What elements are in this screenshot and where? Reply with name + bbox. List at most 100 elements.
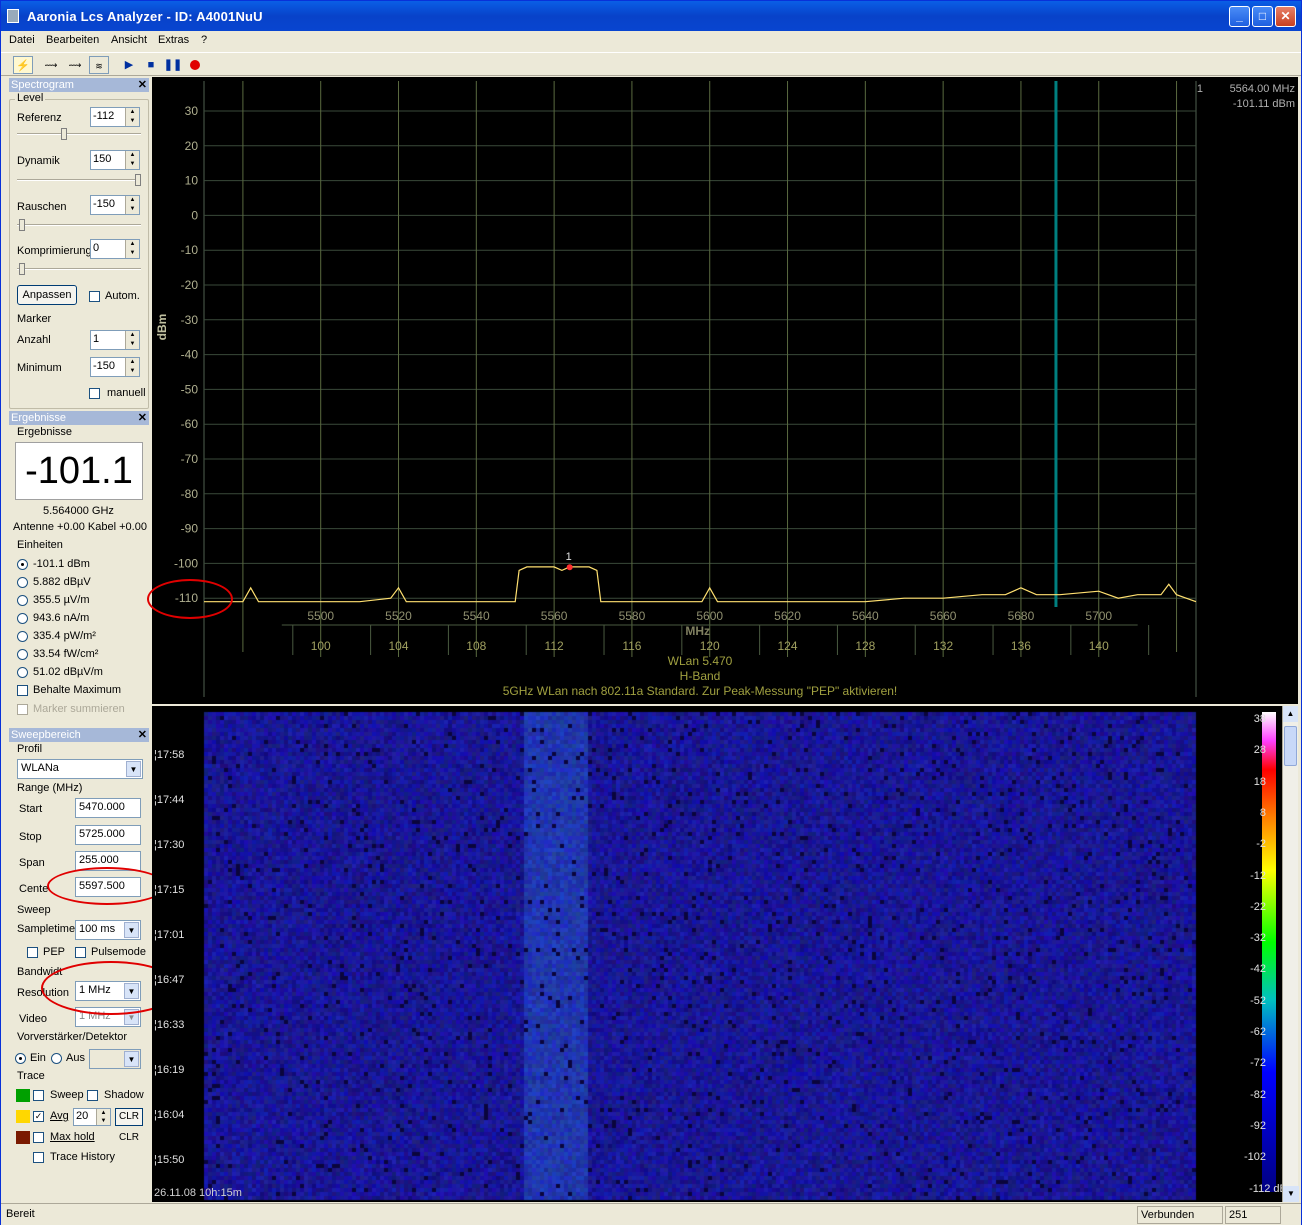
menu-ansicht[interactable]: Ansicht — [111, 34, 147, 46]
unit-radio-dbuvm[interactable] — [17, 667, 28, 678]
window-title: Aaronia Lcs Analyzer - ID: A4001NuU — [27, 9, 263, 24]
slider-thumb[interactable] — [135, 174, 141, 186]
spectrum-icon[interactable]: ≋ — [89, 56, 109, 74]
unit-radio-nam[interactable] — [17, 613, 28, 624]
close-icon[interactable]: ✕ — [138, 78, 147, 92]
record-icon[interactable] — [185, 56, 205, 74]
avg-color-swatch[interactable] — [16, 1110, 30, 1123]
referenz-spinner[interactable]: -112 ▲ ▼ — [90, 107, 140, 127]
chevron-down-icon[interactable]: ▼ — [124, 922, 139, 938]
y-tick-label: -90 — [181, 522, 199, 536]
unit-radio-dbm[interactable] — [17, 559, 28, 570]
ein-radio[interactable] — [15, 1053, 26, 1064]
avg-spinner[interactable]: 20 ▲ ▼ — [73, 1108, 111, 1126]
menu-bearbeiten[interactable]: Bearbeiten — [46, 34, 99, 46]
profil-group-title: Profil — [15, 743, 45, 755]
start-input[interactable]: 5470.000 — [75, 798, 141, 818]
behalte-maximum-checkbox[interactable] — [17, 685, 28, 696]
manuell-checkbox[interactable] — [89, 388, 100, 399]
sweep-color-swatch[interactable] — [16, 1089, 30, 1102]
lightning-icon[interactable]: ⚡ — [13, 56, 33, 74]
chevron-down-icon[interactable]: ▼ — [124, 1051, 139, 1067]
menu-help[interactable]: ? — [201, 34, 207, 46]
shadow-label: Shadow — [104, 1089, 144, 1101]
stop-icon[interactable]: ■ — [141, 56, 161, 74]
spin-arrows-icon[interactable]: ▲ ▼ — [125, 331, 139, 349]
slider-thumb[interactable] — [19, 263, 25, 275]
spectrum-chart[interactable]: 30 20 10 0 -10 -20 -30 -40 -50 -60 -70 -80 -90 -100 -1… — [152, 77, 1298, 704]
minimize-button[interactable]: _ — [1229, 6, 1250, 27]
pause-icon[interactable]: ❚❚ — [163, 56, 183, 74]
menu-extras[interactable]: Extras — [158, 34, 189, 46]
anpassen-button[interactable]: Anpassen — [17, 285, 77, 305]
scroll-down-icon[interactable]: ▼ — [1283, 1186, 1299, 1202]
referenz-slider[interactable] — [17, 128, 141, 140]
anzahl-spinner[interactable]: 1 ▲ ▼ — [90, 330, 140, 350]
detector-select[interactable]: ▼ — [89, 1049, 141, 1069]
waterfall-spectrogram[interactable]: ¦17:58 ¦17:44 ¦17:30 ¦17:15 ¦17:01 ¦16:47 ¦16:… — [152, 706, 1299, 1202]
unit-radio-pwm2[interactable] — [17, 631, 28, 642]
spin-arrows-icon[interactable]: ▲ ▼ — [125, 196, 139, 214]
stop-input[interactable]: 5725.000 — [75, 825, 141, 845]
menu-datei[interactable]: Datei — [9, 34, 35, 46]
unit-radio-fwcm2[interactable] — [17, 649, 28, 660]
pep-checkbox[interactable] — [27, 947, 38, 958]
scroll-up-icon[interactable]: ▲ — [1283, 706, 1298, 722]
slider-thumb[interactable] — [19, 219, 25, 231]
app-icon — [7, 9, 19, 23]
avg-checkbox[interactable]: ✓ — [33, 1111, 44, 1122]
sweep-icon[interactable]: ⟿ — [41, 56, 61, 74]
trace-history-checkbox[interactable] — [33, 1152, 44, 1163]
y-tick-label: -100 — [174, 556, 198, 570]
dynamik-spinner[interactable]: 150 ▲ ▼ — [90, 150, 140, 170]
aus-radio[interactable] — [51, 1053, 62, 1064]
marker-freq: 5564.00 MHz — [1229, 83, 1295, 95]
close-icon[interactable]: ✕ — [138, 728, 147, 742]
komprimierung-spinner[interactable]: 0 ▲ ▼ — [90, 239, 140, 259]
close-icon[interactable]: ✕ — [138, 411, 147, 425]
play-icon[interactable]: ▶ — [119, 56, 139, 74]
colorbar-label: 18 — [1253, 775, 1266, 788]
title-bar[interactable]: Aaronia Lcs Analyzer - ID: A4001NuU _ □ … — [1, 1, 1301, 31]
close-button[interactable]: ✕ — [1275, 6, 1296, 27]
sweep-icon-2[interactable]: ⟿ — [65, 56, 85, 74]
unit-radio-uvm[interactable] — [17, 595, 28, 606]
spin-arrows-icon[interactable]: ▲ ▼ — [125, 108, 139, 126]
sweep-checkbox[interactable] — [33, 1090, 44, 1101]
shadow-checkbox[interactable] — [87, 1090, 98, 1101]
unit-radio-dbuv[interactable] — [17, 577, 28, 588]
profil-select[interactable]: WLANa ▼ — [17, 759, 143, 779]
waterfall-canvas[interactable] — [152, 706, 1298, 1202]
spectrum-svg[interactable]: 3020100-10-20-30-40-50-60-70-80-90-100-1… — [152, 77, 1298, 704]
maximize-button[interactable]: □ — [1252, 6, 1273, 27]
dynamik-slider[interactable] — [17, 174, 141, 186]
komprimierung-slider[interactable] — [17, 263, 141, 275]
minimum-spinner[interactable]: -150 ▲ ▼ — [90, 357, 140, 377]
spin-arrows-icon[interactable]: ▲ ▼ — [125, 151, 139, 169]
panel-title: Spectrogram — [11, 79, 74, 91]
x-tick-label: 5620 — [774, 609, 801, 623]
rauschen-spinner[interactable]: -150 ▲ ▼ — [90, 195, 140, 215]
rauschen-slider[interactable] — [17, 219, 141, 231]
panel-title: Ergebnisse — [11, 412, 67, 424]
maxhold-checkbox[interactable] — [33, 1132, 44, 1143]
maxhold-clr-button[interactable]: CLR — [115, 1130, 143, 1148]
stop-label: Stop — [19, 831, 42, 843]
spin-arrows-icon[interactable]: ▲ ▼ — [125, 358, 139, 376]
scrollbar-thumb[interactable] — [1284, 726, 1297, 766]
avg-label: Avg — [50, 1110, 69, 1122]
slider-thumb[interactable] — [61, 128, 67, 140]
pulsemode-checkbox[interactable] — [75, 947, 86, 958]
sampletime-select[interactable]: 100 ms ▼ — [75, 920, 141, 940]
waterfall-scrollbar[interactable]: ▲ ▼ — [1282, 706, 1299, 1202]
autom-checkbox[interactable] — [89, 291, 100, 302]
avg-clr-button[interactable]: CLR — [115, 1108, 143, 1126]
spin-arrows-icon[interactable]: ▲ ▼ — [96, 1109, 110, 1125]
spin-arrows-icon[interactable]: ▲ ▼ — [125, 240, 139, 258]
maxhold-color-swatch[interactable] — [16, 1131, 30, 1144]
marker-summieren-checkbox[interactable] — [17, 704, 28, 715]
rauschen-value: -150 — [93, 198, 116, 210]
waterfall-time-label: ¦17:44 — [154, 794, 185, 806]
komprimierung-label: Komprimierung — [17, 245, 92, 257]
chevron-down-icon[interactable]: ▼ — [126, 761, 141, 777]
